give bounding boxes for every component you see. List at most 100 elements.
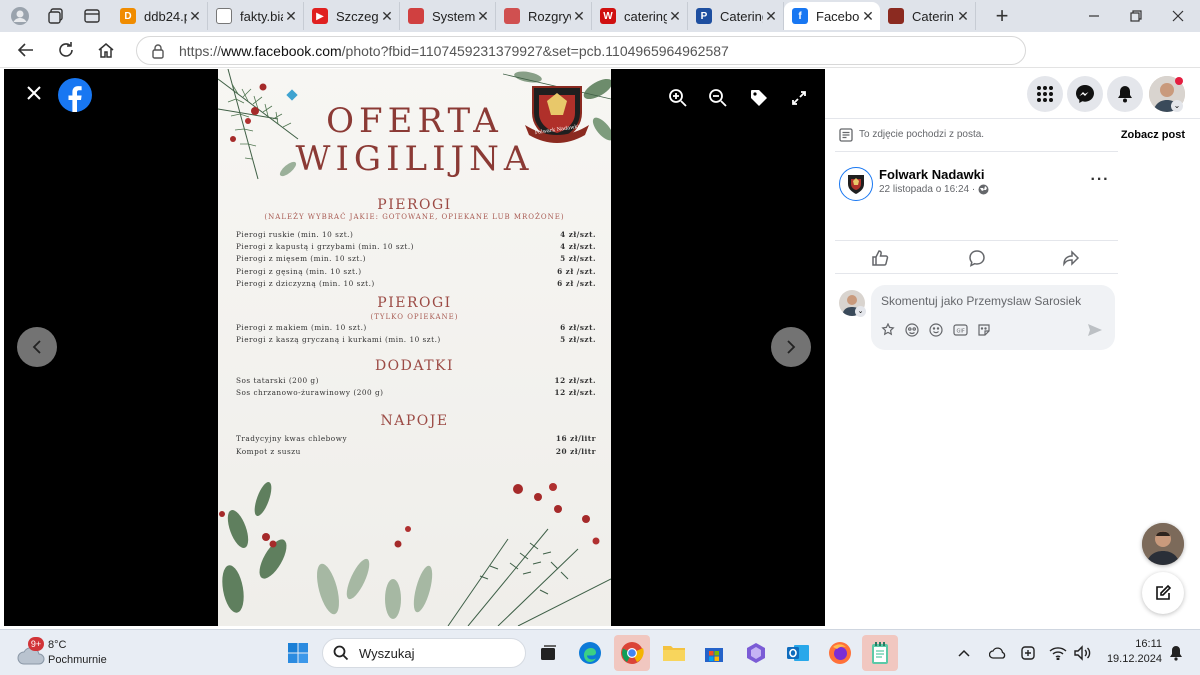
explorer-taskbar-app[interactable] bbox=[656, 635, 692, 671]
browser-tab[interactable]: ▶ Szczegó✕ bbox=[304, 2, 400, 30]
tab-close-icon[interactable]: ✕ bbox=[955, 8, 971, 25]
tab-title: Caterin bbox=[912, 8, 954, 24]
sync-tray-icon[interactable] bbox=[1016, 635, 1040, 671]
comment-button[interactable] bbox=[968, 249, 986, 272]
show-hidden-icons-button[interactable] bbox=[952, 635, 976, 671]
divider bbox=[835, 273, 1118, 274]
menu-item-price: 12 zł/szt. bbox=[554, 388, 596, 397]
url-field[interactable]: https://www.facebook.com/photo?fbid=1107… bbox=[136, 36, 1026, 65]
tab-close-icon[interactable]: ✕ bbox=[860, 8, 876, 25]
reload-button[interactable] bbox=[46, 32, 86, 68]
header-divider bbox=[825, 118, 1200, 119]
close-viewer-button[interactable] bbox=[21, 80, 47, 106]
post-author[interactable]: Folwark Nadawki bbox=[879, 167, 984, 182]
globe-icon bbox=[978, 184, 989, 195]
commenter-chevron-icon[interactable]: ⌄ bbox=[855, 306, 866, 317]
avatar-icon[interactable] bbox=[905, 323, 919, 342]
messenger-button[interactable] bbox=[1067, 76, 1103, 112]
avatar-sticker-icon[interactable] bbox=[881, 322, 895, 342]
tab-close-icon[interactable]: ✕ bbox=[379, 8, 395, 25]
tab-close-icon[interactable]: ✕ bbox=[763, 8, 779, 25]
outlook-taskbar-app[interactable] bbox=[780, 635, 816, 671]
tab-close-icon[interactable]: ✕ bbox=[571, 8, 587, 25]
browser-tab[interactable]: Caterin ✕ bbox=[880, 2, 976, 30]
menu-item-price: 20 zł/litr bbox=[555, 447, 596, 456]
back-button[interactable] bbox=[6, 32, 46, 68]
close-window-button[interactable] bbox=[1164, 2, 1192, 30]
account-chevron-icon[interactable]: ⌄ bbox=[1171, 100, 1183, 112]
tab-actions-icon[interactable] bbox=[78, 2, 106, 30]
comment-box[interactable]: Skomentuj jako Przemyslaw Sarosiek GIF bbox=[871, 285, 1115, 350]
browser-tab[interactable]: P Catering✕ bbox=[688, 2, 784, 30]
menu-poster-image: Folwark Nadawki OFERTA WIGILIJNA PIEROGI… bbox=[218, 69, 611, 626]
start-button[interactable] bbox=[280, 635, 316, 671]
taskbar-search[interactable]: Wyszukaj bbox=[322, 638, 526, 668]
post-date[interactable]: 22 listopada o 16:24 · bbox=[879, 184, 989, 195]
firefox-taskbar-app[interactable] bbox=[822, 635, 858, 671]
browser-tab[interactable]: System I✕ bbox=[400, 2, 496, 30]
notepad-taskbar-app[interactable] bbox=[862, 635, 898, 671]
menu-item-name: Pierogi z gęsiną (min. 10 szt.) bbox=[236, 267, 362, 276]
zoom-out-icon[interactable] bbox=[705, 85, 731, 111]
chrome-taskbar-app[interactable] bbox=[614, 635, 650, 671]
clock[interactable]: 16:11 19.12.2024 bbox=[1098, 638, 1162, 665]
greenery-bottom-decoration bbox=[219, 481, 611, 626]
workspaces-icon[interactable] bbox=[42, 2, 70, 30]
minimize-button[interactable] bbox=[1080, 2, 1108, 30]
tab-title: Szczegó bbox=[336, 8, 379, 24]
task-view-button[interactable] bbox=[530, 635, 566, 671]
tab-close-icon[interactable]: ✕ bbox=[475, 8, 491, 25]
browser-tab[interactable]: f Faceboo✕ bbox=[784, 2, 880, 30]
chat-contact-avatar[interactable] bbox=[1142, 523, 1184, 565]
home-button[interactable] bbox=[86, 32, 126, 68]
emoji-icon[interactable] bbox=[929, 323, 943, 342]
next-photo-button[interactable] bbox=[771, 327, 811, 367]
lock-icon[interactable] bbox=[151, 43, 165, 59]
tab-favicon-icon: ▶ bbox=[312, 8, 328, 24]
edge-taskbar-app[interactable] bbox=[572, 635, 608, 671]
gif-icon[interactable]: GIF bbox=[953, 323, 968, 342]
share-button[interactable] bbox=[1062, 249, 1080, 272]
previous-photo-button[interactable] bbox=[17, 327, 57, 367]
restore-button[interactable] bbox=[1122, 2, 1150, 30]
page-avatar[interactable] bbox=[839, 167, 873, 201]
photo-viewer: Folwark Nadawki OFERTA WIGILIJNA PIEROGI… bbox=[4, 69, 825, 626]
tab-title: ddb24.p bbox=[144, 8, 187, 24]
firefox-icon bbox=[829, 642, 851, 664]
chevron-up-icon bbox=[958, 649, 970, 657]
comment-input[interactable]: Skomentuj jako Przemyslaw Sarosiek bbox=[881, 294, 1081, 308]
tab-close-icon[interactable]: ✕ bbox=[283, 8, 299, 25]
post-options-button[interactable]: ··· bbox=[1083, 171, 1117, 191]
wifi-tray-icon[interactable] bbox=[1046, 635, 1070, 671]
browser-tab[interactable]: Dddb24.p ✕ bbox=[112, 2, 208, 30]
fullscreen-icon[interactable] bbox=[786, 85, 812, 111]
profile-icon[interactable] bbox=[6, 2, 34, 30]
new-tab-button[interactable]: + bbox=[988, 2, 1016, 30]
new-message-button[interactable] bbox=[1142, 572, 1184, 614]
onedrive-tray-icon[interactable] bbox=[986, 635, 1010, 671]
zoom-in-icon[interactable] bbox=[665, 85, 691, 111]
address-toolbar: https://www.facebook.com/photo?fbid=1107… bbox=[0, 32, 1200, 92]
menu-grid-button[interactable] bbox=[1027, 76, 1063, 112]
browser-tab[interactable]: fakty.bia ✕ bbox=[208, 2, 304, 30]
weather-widget[interactable]: 9+ 8°C Pochmurnie bbox=[14, 634, 124, 672]
tab-close-icon[interactable]: ✕ bbox=[667, 8, 683, 25]
notification-bell-tray[interactable] bbox=[1164, 635, 1188, 671]
menu-item-price: 5 zł/szt. bbox=[560, 335, 596, 344]
browser-tab[interactable]: Rozgryw✕ bbox=[496, 2, 592, 30]
tab-close-icon[interactable]: ✕ bbox=[187, 8, 203, 25]
tab-favicon-icon bbox=[216, 8, 232, 24]
copilot-taskbar-app[interactable] bbox=[738, 635, 774, 671]
sticker-icon[interactable] bbox=[977, 323, 991, 342]
view-post-link[interactable]: Zobacz post bbox=[1055, 129, 1185, 141]
store-taskbar-app[interactable] bbox=[696, 635, 732, 671]
send-comment-button[interactable] bbox=[1087, 322, 1103, 343]
facebook-logo-icon[interactable] bbox=[58, 78, 92, 112]
notifications-button[interactable] bbox=[1107, 76, 1143, 112]
menu-item-name: Pierogi z dziczyzną (min. 10 szt.) bbox=[236, 279, 375, 288]
tag-icon[interactable] bbox=[746, 85, 772, 111]
browser-tab[interactable]: Wcatering ✕ bbox=[592, 2, 688, 30]
volume-tray-icon[interactable] bbox=[1070, 635, 1094, 671]
like-button[interactable] bbox=[871, 249, 889, 272]
store-icon bbox=[705, 648, 723, 662]
